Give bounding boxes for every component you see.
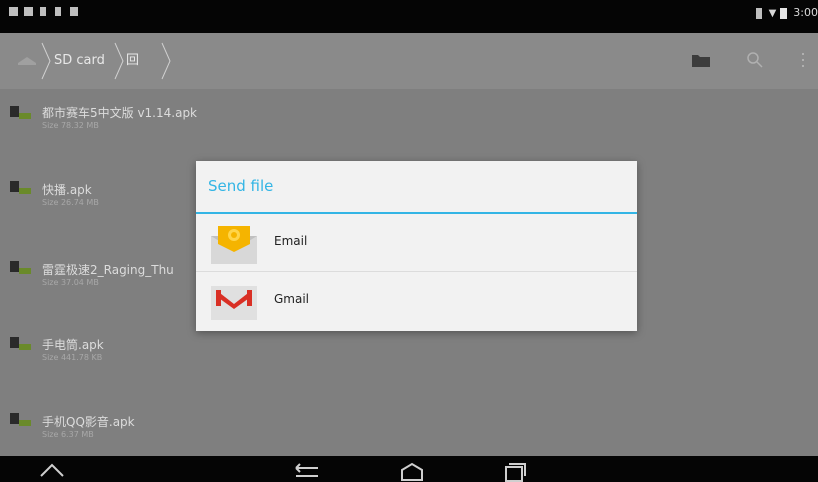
notification-icon — [9, 7, 18, 16]
share-option-label: Gmail — [274, 292, 310, 306]
notification-icon — [70, 7, 78, 16]
notification-icon — [55, 7, 61, 16]
breadcrumb-separator — [113, 41, 125, 81]
apk-file-icon — [10, 104, 32, 124]
navigation-bar — [0, 456, 818, 482]
file-name: 手电筒.apk — [42, 338, 104, 352]
share-option-gmail[interactable]: Gmail — [196, 272, 637, 330]
recent-apps-button[interactable] — [497, 460, 531, 482]
file-name: 快播.apk — [42, 183, 92, 197]
share-option-label: Email — [274, 234, 308, 248]
file-size: Size 78.32 MB — [42, 121, 99, 130]
hide-keyboard-icon[interactable] — [35, 460, 69, 482]
file-size: Size 26.74 MB — [42, 198, 99, 207]
apk-file-icon — [10, 179, 32, 199]
apk-file-icon — [10, 411, 32, 431]
status-bar: ▼ 3:00 — [0, 0, 818, 33]
overflow-menu-icon[interactable] — [790, 47, 816, 73]
file-size: Size 37.04 MB — [42, 278, 99, 287]
file-name: 手机QQ影音.apk — [42, 415, 135, 429]
file-name: 雷霆极速2_Raging_Thu — [42, 263, 174, 277]
gmail-app-icon — [210, 280, 258, 324]
breadcrumb-separator — [40, 41, 52, 81]
home-button[interactable] — [395, 460, 429, 482]
back-button[interactable] — [290, 460, 324, 482]
search-icon[interactable] — [742, 47, 768, 73]
action-bar: SD card 回 — [0, 33, 818, 89]
status-right: ▼ 3:00 — [756, 6, 818, 19]
dialog-title: Send file — [208, 177, 274, 195]
share-option-email[interactable]: Email — [196, 214, 637, 272]
apk-file-icon — [10, 335, 32, 355]
send-file-dialog: Send file Email Gmail — [196, 161, 637, 331]
wifi-icon: ▼ — [768, 8, 777, 19]
home-folder-icon[interactable] — [14, 47, 40, 73]
file-name: 都市赛车5中文版 v1.14.apk — [42, 106, 198, 120]
breadcrumb-separator — [160, 41, 172, 81]
email-app-icon — [210, 222, 258, 266]
file-row[interactable]: 手机QQ影音.apk Size 6.37 MB — [0, 385, 818, 459]
apk-file-icon — [10, 259, 32, 279]
phone-icon — [756, 7, 763, 19]
new-folder-icon[interactable] — [688, 47, 714, 73]
notification-icon — [24, 7, 33, 16]
status-time: 3:00 — [793, 6, 818, 19]
file-size: Size 6.37 MB — [42, 430, 94, 439]
usb-icon — [40, 7, 46, 16]
file-row[interactable]: 都市赛车5中文版 v1.14.apk Size 78.32 MB — [0, 89, 818, 163]
breadcrumb-item-sdcard[interactable]: SD card — [54, 33, 105, 89]
battery-icon — [779, 7, 787, 19]
file-size: Size 441.78 KB — [42, 353, 103, 362]
breadcrumb-item-current[interactable]: 回 — [126, 33, 139, 89]
